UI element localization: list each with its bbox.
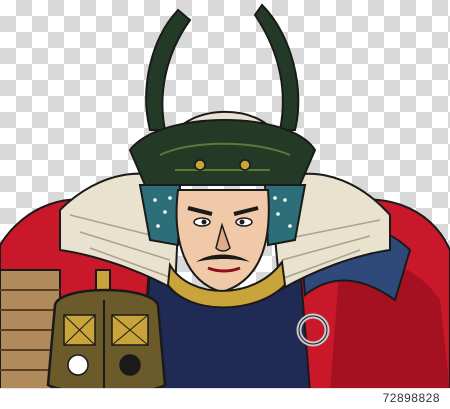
samurai-warrior-illustration — [0, 3, 450, 394]
footer-bar: 72898828 — [0, 388, 450, 409]
image-id-label: 72898828 — [382, 391, 440, 405]
warrior-face — [175, 189, 270, 294]
